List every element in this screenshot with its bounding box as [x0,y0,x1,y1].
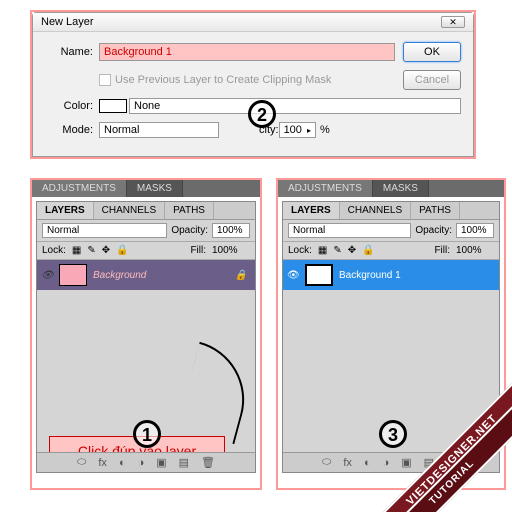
lock-pixels-icon[interactable]: ✎ [87,245,95,256]
opacity-label: Opacity: [415,225,452,236]
fx-icon[interactable]: fx [98,457,107,469]
layer-name: Background 1 [339,270,401,281]
opacity-label: Opacity: [171,225,208,236]
lock-transparency-icon[interactable]: ▦ [318,245,327,256]
trash-icon[interactable]: 🗑 [446,456,460,469]
layer-item-background[interactable]: 👁 Background 🔒 [37,260,255,290]
mode-select[interactable]: Normal [99,122,219,138]
adjustment-icon[interactable]: ◑ [138,457,145,469]
new-layer-icon[interactable]: ▤ [424,456,434,469]
tab-layers[interactable]: LAYERS [283,202,340,219]
mask-icon[interactable]: ◐ [364,457,371,469]
lock-position-icon[interactable]: ✥ [102,245,110,256]
layer-item-background-1[interactable]: 👁 Background 1 [283,260,499,290]
tab-layers[interactable]: LAYERS [37,202,94,219]
ok-button[interactable]: OK [403,42,461,62]
step-1-marker: 1 [133,420,161,448]
opacity-input[interactable]: 100% [212,223,250,238]
clip-mask-label: Use Previous Layer to Create Clipping Ma… [115,74,331,86]
panel-footer: ⬭ fx ◐ ◑ ▣ ▤ 🗑 [37,452,255,472]
fill-input[interactable]: 100% [212,245,250,256]
lock-icon: 🔒 [235,270,247,281]
tab-masks[interactable]: MASKS [127,180,183,197]
adjustment-icon[interactable]: ◑ [383,457,390,469]
lock-label: Lock: [288,245,312,256]
lock-position-icon[interactable]: ✥ [348,245,356,256]
lock-all-icon[interactable]: 🔒 [362,245,374,256]
mode-label: Mode: [45,124,93,136]
visibility-icon[interactable]: 👁 [41,270,53,281]
link-icon[interactable]: ⬭ [77,456,86,469]
step-3-marker: 3 [379,420,407,448]
fill-label: Fill: [190,245,206,256]
new-layer-icon[interactable]: ▤ [179,456,189,469]
blend-select[interactable]: Normal [288,223,411,238]
tab-adjustments[interactable]: ADJUSTMENTS [278,180,373,197]
trash-icon[interactable]: 🗑 [201,456,215,469]
visibility-icon[interactable]: 👁 [287,270,299,281]
color-select[interactable]: None [129,98,461,114]
opacity-input[interactable]: 100 ▸ [279,122,316,138]
tab-channels[interactable]: CHANNELS [94,202,165,219]
layers-panel-after: ADJUSTMENTS MASKS LAYERS CHANNELS PATHS … [276,178,506,490]
fill-label: Fill: [434,245,450,256]
group-icon[interactable]: ▣ [401,456,411,469]
opacity-input[interactable]: 100% [456,223,494,238]
dialog-titlebar: New Layer ✕ [33,13,473,32]
link-icon[interactable]: ⬭ [322,456,331,469]
tab-paths[interactable]: PATHS [165,202,214,219]
name-label: Name: [45,46,93,58]
tab-channels[interactable]: CHANNELS [340,202,411,219]
lock-label: Lock: [42,245,66,256]
layer-thumbnail[interactable] [59,264,87,286]
layers-panel-before: ADJUSTMENTS MASKS LAYERS CHANNELS PATHS … [30,178,262,490]
dialog-title: New Layer [41,16,94,28]
panel-footer: ⬭ fx ◐ ◑ ▣ ▤ 🗑 [283,452,499,472]
cancel-button[interactable]: Cancel [403,70,461,90]
mask-icon[interactable]: ◐ [119,457,126,469]
group-icon[interactable]: ▣ [156,456,166,469]
layer-name: Background [93,270,146,281]
tab-adjustments[interactable]: ADJUSTMENTS [32,180,127,197]
lock-all-icon[interactable]: 🔒 [116,245,128,256]
name-input[interactable] [99,43,395,61]
tab-paths[interactable]: PATHS [411,202,460,219]
blend-select[interactable]: Normal [42,223,167,238]
color-label: Color: [45,100,93,112]
callout-line [176,342,257,444]
fx-icon[interactable]: fx [343,457,352,469]
tab-masks[interactable]: MASKS [373,180,429,197]
layer-thumbnail[interactable] [305,264,333,286]
lock-transparency-icon[interactable]: ▦ [72,245,81,256]
clip-mask-checkbox[interactable] [99,74,111,86]
new-layer-dialog: New Layer ✕ Name: OK Use Previous Layer … [30,10,476,159]
lock-pixels-icon[interactable]: ✎ [333,245,341,256]
close-icon[interactable]: ✕ [441,16,465,28]
percent-label: % [320,124,330,136]
step-2-marker: 2 [248,100,276,128]
fill-input[interactable]: 100% [456,245,494,256]
color-swatch[interactable] [99,99,127,113]
